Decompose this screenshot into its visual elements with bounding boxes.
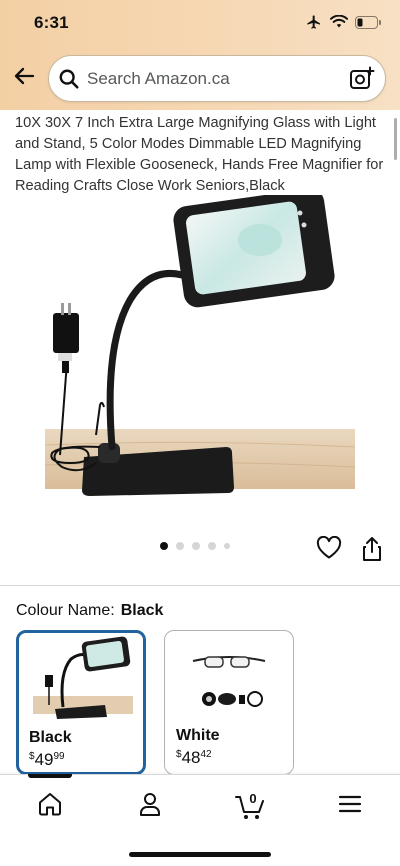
search-icon bbox=[58, 68, 80, 95]
price-fraction: 99 bbox=[53, 751, 65, 762]
price-fraction: 42 bbox=[200, 749, 212, 760]
price-whole: 48 bbox=[181, 748, 201, 767]
nav-cart[interactable]: 0 bbox=[228, 789, 272, 823]
battery-icon bbox=[355, 15, 382, 29]
carousel-dot[interactable] bbox=[208, 542, 216, 550]
nav-home[interactable] bbox=[28, 789, 72, 823]
account-icon bbox=[138, 791, 162, 822]
variant-black-image bbox=[19, 633, 143, 725]
colour-selected-value: Black bbox=[120, 602, 164, 619]
back-button[interactable] bbox=[8, 62, 40, 94]
cart-count: 0 bbox=[249, 791, 257, 806]
cart-icon: 0 bbox=[234, 791, 266, 821]
colour-label-text: Colour Name: bbox=[16, 602, 115, 619]
variant-black-price: $4999 bbox=[29, 750, 65, 770]
colour-name-label: Colour Name: Black bbox=[16, 602, 163, 620]
wifi-icon bbox=[330, 15, 348, 29]
status-time: 6:31 bbox=[34, 13, 69, 32]
variant-black[interactable]: Black $4999 bbox=[16, 630, 146, 775]
airplane-icon bbox=[305, 14, 323, 30]
price-whole: 49 bbox=[34, 750, 54, 769]
carousel-dots[interactable] bbox=[160, 542, 230, 550]
share-icon bbox=[360, 537, 384, 566]
arrow-left-icon bbox=[12, 64, 36, 93]
variant-black-name: Black bbox=[29, 729, 72, 746]
carousel-dot[interactable] bbox=[176, 542, 184, 550]
product-title[interactable]: 10X 30X 7 Inch Extra Large Magnifying Gl… bbox=[15, 113, 387, 197]
carousel-dot[interactable] bbox=[192, 542, 200, 550]
share-button[interactable] bbox=[360, 536, 384, 567]
divider bbox=[0, 585, 400, 586]
nav-account[interactable] bbox=[128, 789, 172, 823]
carousel-dot[interactable] bbox=[160, 542, 168, 550]
status-icons bbox=[305, 14, 382, 30]
home-icon bbox=[37, 791, 63, 822]
home-indicator bbox=[129, 852, 271, 857]
scroll-indicator bbox=[394, 118, 397, 160]
variant-white[interactable]: White $4842 bbox=[164, 630, 294, 775]
status-bar: 6:31 bbox=[0, 0, 400, 44]
header: 6:31 bbox=[0, 0, 400, 110]
variant-white-name: White bbox=[176, 727, 220, 744]
heart-icon bbox=[316, 535, 342, 564]
nav-active-indicator bbox=[28, 774, 72, 778]
search-bar[interactable] bbox=[48, 55, 386, 102]
variant-white-image bbox=[165, 631, 293, 723]
product-image[interactable] bbox=[0, 188, 400, 530]
search-input[interactable] bbox=[87, 56, 337, 101]
camera-lens-icon[interactable] bbox=[349, 66, 375, 97]
menu-icon bbox=[338, 794, 362, 819]
carousel-dot[interactable] bbox=[224, 543, 230, 549]
wishlist-button[interactable] bbox=[316, 535, 342, 565]
variant-white-price: $4842 bbox=[176, 748, 212, 768]
nav-menu[interactable] bbox=[328, 789, 372, 823]
